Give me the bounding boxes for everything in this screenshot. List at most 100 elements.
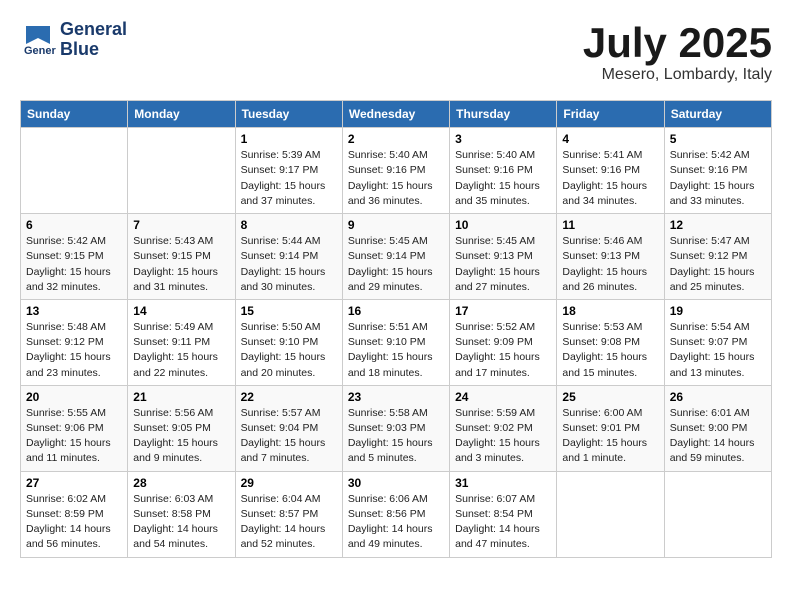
calendar-week-2: 6 Sunrise: 5:42 AM Sunset: 9:15 PM Daylig…: [21, 214, 772, 300]
day-info: Sunrise: 5:43 AM Sunset: 9:15 PM Dayligh…: [133, 234, 229, 295]
calendar-cell: 25 Sunrise: 6:00 AM Sunset: 9:01 PM Dayli…: [557, 385, 664, 471]
calendar-cell: 7 Sunrise: 5:43 AM Sunset: 9:15 PM Daylig…: [128, 214, 235, 300]
calendar-week-1: 1 Sunrise: 5:39 AM Sunset: 9:17 PM Daylig…: [21, 128, 772, 214]
calendar-cell: 24Sunrise: 5:59 AM Sunset: 9:02 PM Dayli…: [450, 385, 557, 471]
logo: General Blue General Blue: [20, 20, 127, 60]
calendar-cell: 30Sunrise: 6:06 AM Sunset: 8:56 PM Dayli…: [342, 471, 449, 557]
calendar-week-4: 20 Sunrise: 5:55 AM Sunset: 9:06 PM Dayli…: [21, 385, 772, 471]
location-subtitle: Mesero, Lombardy, Italy: [583, 66, 772, 84]
calendar-cell: 14 Sunrise: 5:49 AM Sunset: 9:11 PM Dayli…: [128, 299, 235, 385]
day-number: 3: [455, 132, 551, 146]
calendar-cell: [21, 128, 128, 214]
calendar-cell: 23 Sunrise: 5:58 AM Sunset: 9:03 PM Dayli…: [342, 385, 449, 471]
day-number: 16: [348, 304, 444, 318]
calendar-cell: 29 Sunrise: 6:04 AM Sunset: 8:57 PM Dayli…: [235, 471, 342, 557]
day-number: 18: [562, 304, 658, 318]
calendar-body: 1 Sunrise: 5:39 AM Sunset: 9:17 PM Daylig…: [21, 128, 772, 557]
day-info: Sunrise: 6:02 AM Sunset: 8:59 PM Dayligh…: [26, 492, 122, 553]
day-number: 2: [348, 132, 444, 146]
day-info: Sunrise: 5:46 AM Sunset: 9:13 PM Dayligh…: [562, 234, 658, 295]
day-number: 10: [455, 218, 551, 232]
day-number: 27: [26, 476, 122, 490]
day-info: Sunrise: 5:47 AM Sunset: 9:12 PM Dayligh…: [670, 234, 766, 295]
calendar-cell: 31 Sunrise: 6:07 AM Sunset: 8:54 PM Dayli…: [450, 471, 557, 557]
day-number: 30: [348, 476, 444, 490]
calendar-cell: 4 Sunrise: 5:41 AM Sunset: 9:16 PM Daylig…: [557, 128, 664, 214]
day-number: 31: [455, 476, 551, 490]
day-number: 28: [133, 476, 229, 490]
day-number: 4: [562, 132, 658, 146]
calendar-table: SundayMondayTuesdayWednesdayThursdayFrid…: [20, 100, 772, 557]
calendar-cell: 8Sunrise: 5:44 AM Sunset: 9:14 PM Daylig…: [235, 214, 342, 300]
calendar-cell: 21Sunrise: 5:56 AM Sunset: 9:05 PM Dayli…: [128, 385, 235, 471]
column-header-tuesday: Tuesday: [235, 101, 342, 128]
column-header-wednesday: Wednesday: [342, 101, 449, 128]
day-number: 6: [26, 218, 122, 232]
day-number: 26: [670, 390, 766, 404]
day-number: 29: [241, 476, 337, 490]
day-info: Sunrise: 5:45 AM Sunset: 9:14 PM Dayligh…: [348, 234, 444, 295]
day-info: Sunrise: 5:39 AM Sunset: 9:17 PM Dayligh…: [241, 148, 337, 209]
day-info: Sunrise: 5:50 AM Sunset: 9:10 PM Dayligh…: [241, 320, 337, 381]
day-info: Sunrise: 5:52 AM Sunset: 9:09 PM Dayligh…: [455, 320, 551, 381]
day-info: Sunrise: 5:57 AM Sunset: 9:04 PM Dayligh…: [241, 406, 337, 467]
logo-general: General: [60, 20, 127, 40]
day-number: 13: [26, 304, 122, 318]
day-info: Sunrise: 6:07 AM Sunset: 8:54 PM Dayligh…: [455, 492, 551, 553]
calendar-cell: 1 Sunrise: 5:39 AM Sunset: 9:17 PM Daylig…: [235, 128, 342, 214]
day-info: Sunrise: 5:51 AM Sunset: 9:10 PM Dayligh…: [348, 320, 444, 381]
calendar-cell: 3 Sunrise: 5:40 AM Sunset: 9:16 PM Daylig…: [450, 128, 557, 214]
day-info: Sunrise: 6:00 AM Sunset: 9:01 PM Dayligh…: [562, 406, 658, 467]
calendar-cell: 2 Sunrise: 5:40 AM Sunset: 9:16 PM Daylig…: [342, 128, 449, 214]
day-info: Sunrise: 5:53 AM Sunset: 9:08 PM Dayligh…: [562, 320, 658, 381]
day-info: Sunrise: 5:41 AM Sunset: 9:16 PM Dayligh…: [562, 148, 658, 209]
calendar-cell: 6 Sunrise: 5:42 AM Sunset: 9:15 PM Daylig…: [21, 214, 128, 300]
day-number: 20: [26, 390, 122, 404]
day-info: Sunrise: 5:58 AM Sunset: 9:03 PM Dayligh…: [348, 406, 444, 467]
calendar-cell: 26 Sunrise: 6:01 AM Sunset: 9:00 PM Dayli…: [664, 385, 771, 471]
day-info: Sunrise: 5:44 AM Sunset: 9:14 PM Dayligh…: [241, 234, 337, 295]
day-info: Sunrise: 5:55 AM Sunset: 9:06 PM Dayligh…: [26, 406, 122, 467]
column-header-friday: Friday: [557, 101, 664, 128]
day-number: 14: [133, 304, 229, 318]
calendar-cell: 27 Sunrise: 6:02 AM Sunset: 8:59 PM Dayli…: [21, 471, 128, 557]
calendar-cell: 22 Sunrise: 5:57 AM Sunset: 9:04 PM Dayli…: [235, 385, 342, 471]
month-title: July 2025: [583, 20, 772, 66]
calendar-header-row: SundayMondayTuesdayWednesdayThursdayFrid…: [21, 101, 772, 128]
calendar-cell: [128, 128, 235, 214]
calendar-cell: 18 Sunrise: 5:53 AM Sunset: 9:08 PM Dayli…: [557, 299, 664, 385]
day-number: 1: [241, 132, 337, 146]
calendar-week-3: 13Sunrise: 5:48 AM Sunset: 9:12 PM Dayli…: [21, 299, 772, 385]
calendar-cell: 20 Sunrise: 5:55 AM Sunset: 9:06 PM Dayli…: [21, 385, 128, 471]
day-number: 25: [562, 390, 658, 404]
page-header: General Blue General Blue July 2025 Mese…: [20, 20, 772, 84]
column-header-sunday: Sunday: [21, 101, 128, 128]
day-number: 12: [670, 218, 766, 232]
day-number: 11: [562, 218, 658, 232]
day-info: Sunrise: 6:04 AM Sunset: 8:57 PM Dayligh…: [241, 492, 337, 553]
calendar-cell: 10Sunrise: 5:45 AM Sunset: 9:13 PM Dayli…: [450, 214, 557, 300]
title-block: July 2025 Mesero, Lombardy, Italy: [583, 20, 772, 84]
day-info: Sunrise: 5:40 AM Sunset: 9:16 PM Dayligh…: [455, 148, 551, 209]
day-number: 17: [455, 304, 551, 318]
svg-text:Blue: Blue: [24, 57, 48, 58]
day-info: Sunrise: 5:40 AM Sunset: 9:16 PM Dayligh…: [348, 148, 444, 209]
day-number: 7: [133, 218, 229, 232]
day-info: Sunrise: 5:49 AM Sunset: 9:11 PM Dayligh…: [133, 320, 229, 381]
day-info: Sunrise: 6:01 AM Sunset: 9:00 PM Dayligh…: [670, 406, 766, 467]
day-info: Sunrise: 5:42 AM Sunset: 9:15 PM Dayligh…: [26, 234, 122, 295]
day-number: 5: [670, 132, 766, 146]
logo-icon: General Blue: [20, 22, 56, 58]
day-info: Sunrise: 5:42 AM Sunset: 9:16 PM Dayligh…: [670, 148, 766, 209]
day-number: 9: [348, 218, 444, 232]
calendar-cell: 5 Sunrise: 5:42 AM Sunset: 9:16 PM Daylig…: [664, 128, 771, 214]
day-number: 23: [348, 390, 444, 404]
logo-blue: Blue: [60, 40, 127, 60]
column-header-thursday: Thursday: [450, 101, 557, 128]
calendar-cell: 9 Sunrise: 5:45 AM Sunset: 9:14 PM Daylig…: [342, 214, 449, 300]
day-info: Sunrise: 6:03 AM Sunset: 8:58 PM Dayligh…: [133, 492, 229, 553]
day-number: 22: [241, 390, 337, 404]
svg-text:General: General: [24, 45, 56, 57]
calendar-cell: 15Sunrise: 5:50 AM Sunset: 9:10 PM Dayli…: [235, 299, 342, 385]
day-number: 19: [670, 304, 766, 318]
